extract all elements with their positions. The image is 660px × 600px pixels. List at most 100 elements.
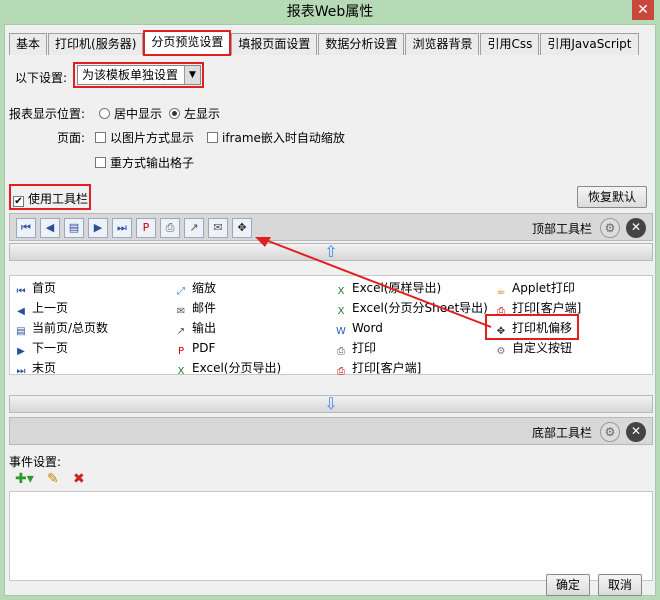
next-page-icon[interactable]: ▶ [88,218,108,238]
grid-item-applet-print[interactable]: ☕ Applet打印 [490,278,575,298]
move-down-bar[interactable]: ⇩ [9,395,653,413]
current-total-icon[interactable]: ▤ [64,218,84,238]
current-total-icon: ▤ [16,326,26,337]
export-icon: ↗ [176,326,186,337]
excel-icon: X [337,306,345,317]
close-icon[interactable]: ✕ [626,422,646,442]
window-title: 报表Web属性 [286,4,374,20]
add-icon[interactable]: ✚▾ [15,471,34,487]
grid-item-custom-button[interactable]: ⚙ 自定义按钮 [490,338,573,358]
tab-basic[interactable]: 基本 [9,33,48,55]
radio-icon[interactable] [99,108,110,119]
grid-item-zoom[interactable]: ⤢ 缩放 [170,278,216,298]
radio-center[interactable]: 居中显示 [99,105,162,122]
grid-item-last[interactable]: ⏭ 末页 [10,358,57,378]
mail-icon[interactable]: ✉ [208,218,228,238]
cancel-button[interactable]: 取消 [598,574,642,596]
pdf-icon: P [177,346,185,357]
gear-icon: ⚙ [496,346,506,357]
grid-item-current-total[interactable]: ▤ 当前页/总页数 [10,318,108,338]
grid-item-label: 输出 [192,321,217,335]
bottom-toolbar: 底部工具栏 ⚙ ✕ [9,417,653,445]
close-icon[interactable]: ✕ [626,218,646,238]
pdf-icon[interactable]: P [136,218,156,238]
radio-center-label: 居中显示 [114,107,163,121]
grid-item-label: 当前页/总页数 [32,321,109,335]
tab-data-analysis[interactable]: 数据分析设置 [318,33,405,55]
dialog-body: 基本 打印机(服务器) 分页预览设置 填报页面设置 数据分析设置 浏览器背景 引… [4,24,656,596]
tab-fill-page[interactable]: 填报页面设置 [231,33,318,55]
print-icon[interactable]: ⎙ [160,218,180,238]
grid-item-label: 打印 [352,341,377,355]
checkbox-repeat[interactable]: 重方式输出格子 [95,154,194,171]
arrow-up-icon[interactable]: ⇧ [324,242,337,261]
grid-item-label: 打印[客户端] [512,301,582,315]
highlight-use-toolbar [9,184,91,210]
grid-item-label: 邮件 [192,301,217,315]
grid-item-label: Applet打印 [512,281,575,295]
mail-icon: ✉ [176,306,186,317]
export-icon[interactable]: ↗ [184,218,204,238]
arrow-down-icon[interactable]: ⇩ [324,394,337,413]
events-label: 事件设置: [9,455,62,469]
gear-icon[interactable]: ⚙ [600,218,620,238]
checkbox-image-label: 以图片方式显示 [110,131,195,145]
last-page-icon[interactable]: ⏭ [112,218,132,238]
delete-icon[interactable]: ✖ [73,471,85,487]
checkbox-repeat-label: 重方式输出格子 [110,156,195,170]
tab-css[interactable]: 引用Css [480,33,540,55]
grid-item-mail[interactable]: ✉ 邮件 [170,298,216,318]
grid-item-label: 自定义按钮 [512,341,573,355]
grid-item-print-client[interactable]: ⎙ 打印[客户端] [330,358,421,378]
dialog-window: 报表Web属性 ✕ 基本 打印机(服务器) 分页预览设置 填报页面设置 数据分析… [0,0,660,600]
grid-item-print[interactable]: ⎙ 打印 [330,338,376,358]
grid-item-excel-original[interactable]: X Excel(原样导出) [330,278,442,298]
word-icon: W [336,326,346,337]
grid-item-excel-paged[interactable]: X Excel(分页导出) [170,358,282,378]
page-label: 页面: [57,131,86,145]
checkbox-icon[interactable] [95,157,106,168]
close-icon[interactable]: ✕ [632,0,654,20]
restore-default-button[interactable]: 恢复默认 [577,186,647,208]
settings-label: 以下设置: [15,71,68,85]
grid-item-word[interactable]: W Word [330,318,383,338]
tab-browser-bg[interactable]: 浏览器背景 [405,33,480,55]
tab-page-preview[interactable]: 分页预览设置 [143,30,232,56]
grid-item-label: Excel(原样导出) [352,281,442,295]
tab-javascript[interactable]: 引用JavaScript [540,33,639,55]
grid-item-next[interactable]: ▶ 下一页 [10,338,68,358]
prev-page-icon: ◀ [17,306,25,317]
first-page-icon[interactable]: ⏮ [16,218,36,238]
grid-item-label: Excel(分页分Sheet导出) [352,301,488,315]
move-up-bar[interactable]: ⇧ [9,243,653,261]
grid-item-pdf[interactable]: P PDF [170,338,215,358]
last-page-icon: ⏭ [16,366,26,377]
prev-page-icon[interactable]: ◀ [40,218,60,238]
checkbox-icon[interactable] [95,132,106,143]
zoom-icon: ⤢ [177,286,185,297]
checkbox-iframe[interactable]: iframe嵌入时自动缩放 [207,129,345,146]
checkbox-image[interactable]: 以图片方式显示 [95,129,194,146]
grid-item-label: Excel(分页导出) [192,361,282,375]
grid-item-prev[interactable]: ◀ 上一页 [10,298,68,318]
applet-icon: ☕ [496,286,506,297]
top-toolbar-label: 顶部工具栏 [531,222,592,236]
checkbox-icon[interactable] [207,132,218,143]
move-icon[interactable]: ✥ [232,218,252,238]
radio-left[interactable]: 左显示 [169,105,220,122]
events-list[interactable] [9,491,653,581]
radio-selected-icon[interactable] [169,108,180,119]
tab-printer-server[interactable]: 打印机(服务器) [48,33,144,55]
highlight-select [73,62,204,88]
excel-icon: X [177,366,185,377]
edit-icon[interactable]: ✎ [47,471,59,487]
bottom-toolbar-label: 底部工具栏 [531,426,592,440]
grid-item-label: 首页 [32,281,57,295]
grid-item-excel-sheet[interactable]: X Excel(分页分Sheet导出) [330,298,488,318]
checkbox-iframe-label: iframe嵌入时自动缩放 [222,131,345,145]
gear-icon[interactable]: ⚙ [600,422,620,442]
grid-item-label: PDF [192,341,216,355]
grid-item-export[interactable]: ↗ 输出 [170,318,216,338]
ok-button[interactable]: 确定 [546,574,590,596]
grid-item-first[interactable]: ⏮ 首页 [10,278,57,298]
